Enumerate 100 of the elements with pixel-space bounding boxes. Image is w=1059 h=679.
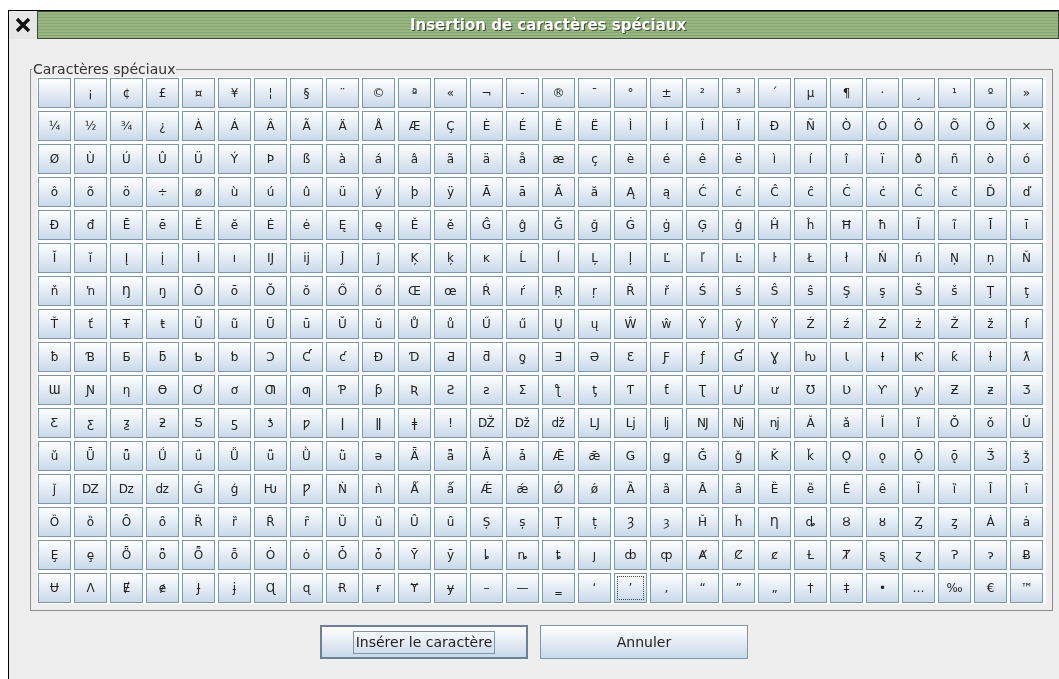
character-button[interactable]: ¹ [938,78,971,108]
character-button[interactable]: ǫ [866,441,899,471]
character-button[interactable]: Ī [974,210,1007,240]
character-button[interactable]: ƅ [218,342,251,372]
character-button[interactable]: ¢ [110,78,143,108]
character-button[interactable]: Ǧ [686,441,719,471]
character-button[interactable]: Ű [470,309,503,339]
character-button[interactable]: Ǳ [74,474,107,504]
character-button[interactable]: ē [146,210,179,240]
character-button[interactable]: ù [218,177,251,207]
character-button[interactable]: … [902,573,935,603]
character-button[interactable]: ŷ [722,309,755,339]
character-button[interactable]: ĉ [794,177,827,207]
character-button[interactable]: Ë [578,111,611,141]
character-button[interactable]: ĺ [542,243,575,273]
character-button[interactable]: ² [686,78,719,108]
character-button[interactable]: ‗ [542,573,575,603]
character-button[interactable]: Ą [614,177,647,207]
character-button[interactable]: ȸ [614,540,647,570]
character-button[interactable]: Į [110,243,143,273]
character-button[interactable]: ť [74,309,107,339]
character-button[interactable]: ů [434,309,467,339]
character-button[interactable]: Ȩ [38,540,71,570]
character-button[interactable]: Ē [110,210,143,240]
character-button[interactable]: Ć [686,177,719,207]
character-button[interactable]: ú [254,177,287,207]
character-button[interactable]: Ȝ [614,507,647,537]
character-button[interactable] [38,78,71,108]
character-button[interactable]: Ĝ [470,210,503,240]
character-button[interactable]: ȝ [650,507,683,537]
character-button[interactable]: ŀ [758,243,791,273]
character-button[interactable]: ÿ [434,177,467,207]
character-button[interactable]: Ǯ [974,441,1007,471]
character-button[interactable]: Ʃ [506,375,539,405]
character-button[interactable]: Ų [542,309,575,339]
character-button[interactable]: Ȥ [902,507,935,537]
character-button[interactable]: Ȑ [182,507,215,537]
character-button[interactable]: ă [578,177,611,207]
character-button[interactable]: Å [362,111,395,141]
character-button[interactable]: ű [506,309,539,339]
character-button[interactable]: Ȟ [686,507,719,537]
character-button[interactable]: ȁ [650,474,683,504]
character-button[interactable]: ¬ [470,78,503,108]
character-button[interactable]: ź [830,309,863,339]
character-button[interactable]: ǿ [578,474,611,504]
character-button[interactable]: ũ [218,309,251,339]
character-button[interactable]: ț [578,507,611,537]
character-button[interactable]: ő [362,276,395,306]
character-button[interactable]: õ [74,177,107,207]
character-button[interactable]: ç [578,144,611,174]
character-button[interactable]: Ł [794,243,827,273]
character-button[interactable]: Ħ [830,210,863,240]
character-button[interactable]: ƍ [506,342,539,372]
character-button[interactable]: Ý [218,144,251,174]
character-button[interactable]: ö [110,177,143,207]
character-button[interactable]: Ʉ [38,573,71,603]
character-button[interactable]: Ö [974,111,1007,141]
character-button[interactable]: ƺ [110,408,143,438]
character-button[interactable]: Þ [254,144,287,174]
character-button[interactable]: Ʌ [74,573,107,603]
character-button[interactable]: â [398,144,431,174]
character-button[interactable]: ƣ [290,375,323,405]
character-button[interactable]: ǣ [578,441,611,471]
character-button[interactable]: Ŭ [326,309,359,339]
character-button[interactable]: í [794,144,827,174]
character-button[interactable]: Ǵ [182,474,215,504]
character-button[interactable]: Ė [254,210,287,240]
character-button[interactable]: å [506,144,539,174]
character-button[interactable]: ǳ [146,474,179,504]
character-button[interactable]: Ư [722,375,755,405]
character-button[interactable]: “ [686,573,719,603]
character-button[interactable]: Ǟ [398,441,431,471]
character-button[interactable]: Ǐ [866,408,899,438]
character-button[interactable]: ß [290,144,323,174]
character-button[interactable]: Ɏ [398,573,431,603]
character-button[interactable]: Ǌ [686,408,719,438]
character-button[interactable]: ° [614,78,647,108]
character-button[interactable]: — [506,573,539,603]
character-button[interactable]: ȗ [434,507,467,537]
character-button[interactable]: Ǡ [470,441,503,471]
character-button[interactable]: Ƃ [110,342,143,372]
character-button[interactable]: Ɩ [830,342,863,372]
character-button[interactable]: ȍ [74,507,107,537]
character-button[interactable]: ƙ [938,342,971,372]
character-button[interactable]: ľ [686,243,719,273]
character-button[interactable]: Ƨ [434,375,467,405]
character-button[interactable]: Ü [182,144,215,174]
character-button[interactable]: Ɉ [182,573,215,603]
character-button[interactable]: ņ [974,243,1007,273]
character-button[interactable]: Ŋ [110,276,143,306]
character-button[interactable]: ȳ [434,540,467,570]
character-button[interactable]: ſ [1010,309,1043,339]
character-button[interactable]: Ò [830,111,863,141]
character-button[interactable]: Ď [974,177,1007,207]
character-button[interactable]: Ʋ [830,375,863,405]
character-button[interactable]: Ǖ [74,441,107,471]
character-button[interactable]: ǐ [902,408,935,438]
character-button[interactable]: Ɲ [74,375,107,405]
character-button[interactable]: ĳ [290,243,323,273]
character-button[interactable]: İ [182,243,215,273]
